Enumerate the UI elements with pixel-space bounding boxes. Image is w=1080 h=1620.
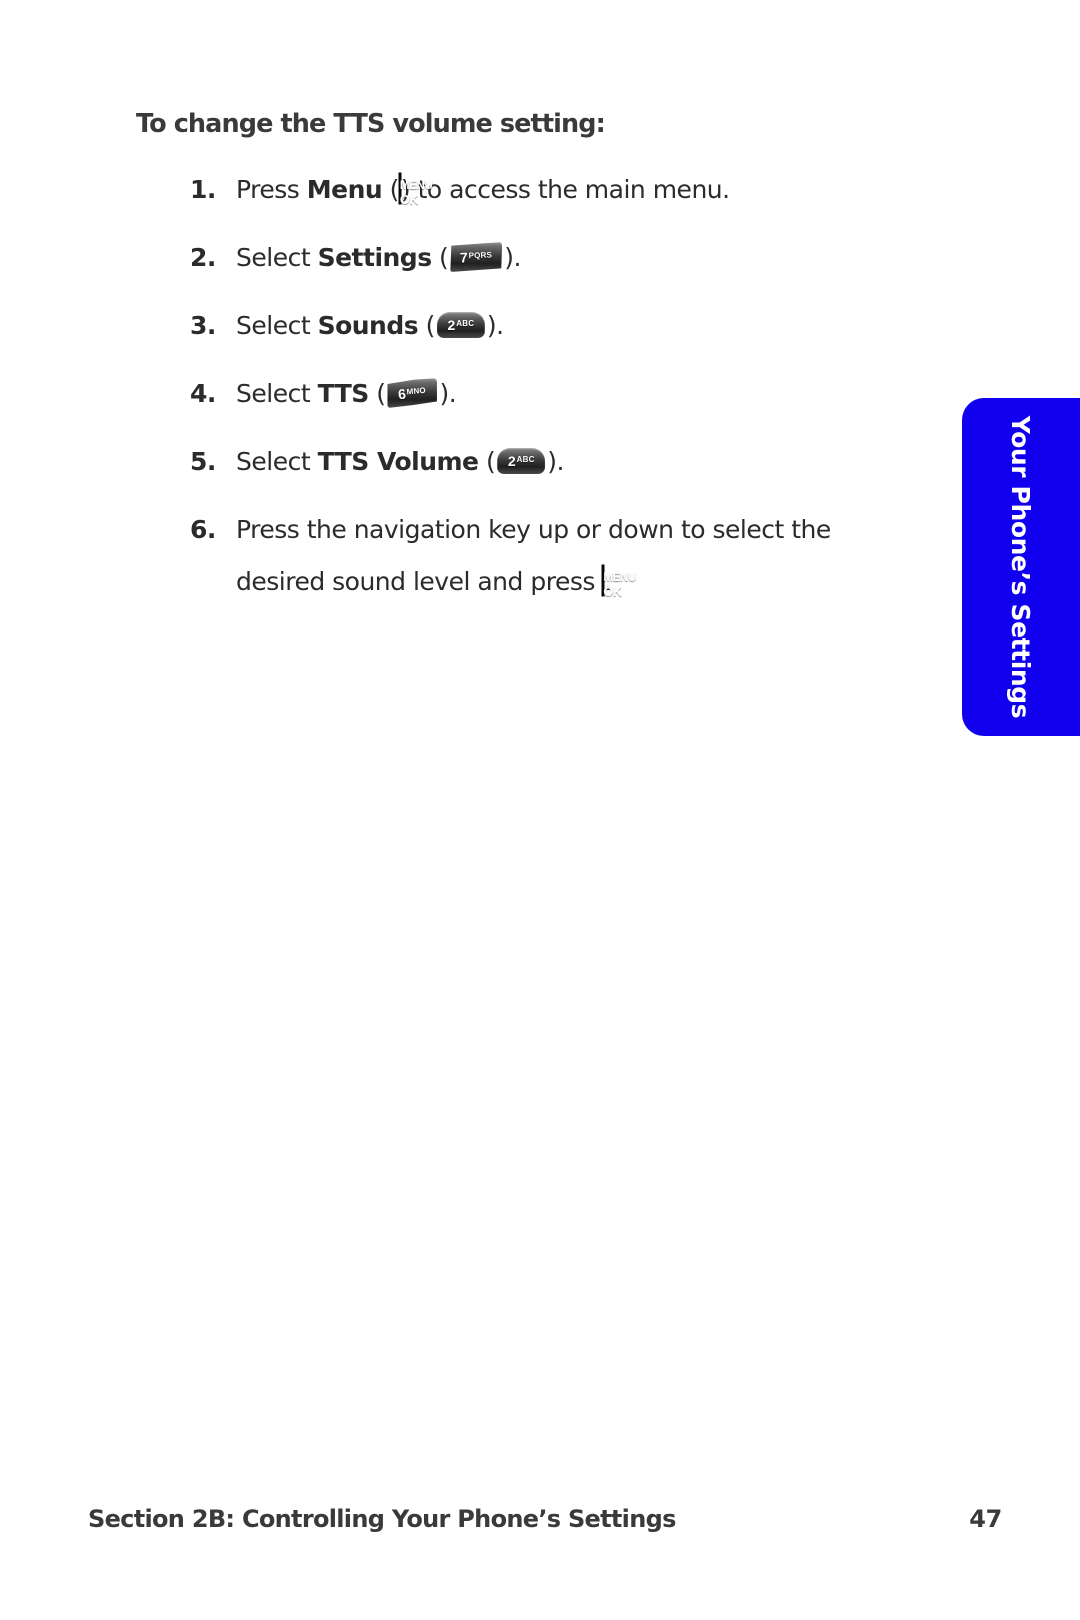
step-text-line: desired sound level and press MENU OK. — [236, 567, 636, 599]
step-text-line: Press Menu (MENU OK) to access the main m… — [236, 175, 730, 207]
step-text: Press Menu (MENU OK) to access the main m… — [236, 164, 960, 216]
plain-text: ( — [418, 311, 436, 340]
emphasis-text: TTS — [317, 379, 370, 408]
step-text: Press the navigation key up or down to s… — [236, 504, 960, 608]
plain-text: ). — [504, 243, 521, 272]
plain-text: ). — [486, 311, 504, 340]
emphasis-text: TTS Volume — [317, 447, 479, 476]
keypad-2-abc-icon: 2 ABC — [495, 448, 547, 476]
step-number: 2. — [190, 243, 216, 272]
plain-text: Press the navigation key up or down to s… — [236, 515, 831, 544]
step-text-line: Select TTS (6 MNO). — [236, 368, 960, 420]
keypad-key-label: 2 ABC — [507, 453, 535, 469]
procedure-step: 3. Select Sounds (2 ABC). — [190, 300, 960, 352]
manual-page: To change the TTS volume setting: 1. Pres… — [0, 0, 1080, 1620]
procedure-step: 5. Select TTS Volume (2 ABC). — [190, 436, 960, 488]
plain-text: ( — [368, 379, 386, 408]
keypad-key-label: 2 ABC — [447, 317, 475, 333]
plain-text: ( — [431, 243, 449, 272]
plain-text: ( — [478, 447, 496, 476]
page-heading: To change the TTS volume setting: — [136, 109, 606, 140]
step-text: Select Settings (7 PQRS). — [236, 232, 960, 284]
step-text-line: Select Settings (7 PQRS). — [236, 232, 960, 284]
step-number: 5. — [190, 447, 216, 476]
procedure-step: 1. Press Menu (MENU OK) to access the main… — [190, 164, 960, 216]
keypad-7-pqrs-icon: 7 PQRS — [448, 242, 504, 274]
step-number: 4. — [190, 379, 216, 408]
plain-text: desired sound level and press — [236, 567, 603, 596]
step-number: 3. — [190, 311, 216, 340]
emphasis-text: Sounds — [317, 311, 419, 340]
step-text-line: Select Sounds (2 ABC). — [236, 300, 960, 352]
step-text: Select Sounds (2 ABC). — [236, 300, 960, 352]
step-text: Select TTS Volume (2 ABC). — [236, 436, 960, 488]
footer-page-number: 47 — [969, 1505, 1002, 1533]
footer-section-title: Section 2B: Controlling Your Phone’s Set… — [88, 1505, 676, 1533]
procedure-step: 6. Press the navigation key up or down to… — [190, 504, 960, 608]
keypad-key-label: 6 MNO — [397, 385, 427, 403]
step-text: Select TTS (6 MNO). — [236, 368, 960, 420]
step-text-line: Press the navigation key up or down to s… — [236, 504, 960, 556]
step-text-line: Select TTS Volume (2 ABC). — [236, 436, 960, 488]
step-number: 1. — [190, 175, 216, 204]
emphasis-text: Menu — [306, 175, 383, 204]
plain-text: Select — [236, 447, 318, 476]
plain-text: Select — [236, 243, 318, 272]
step-number: 6. — [190, 515, 216, 544]
procedure-step: 2. Select Settings (7 PQRS). — [190, 232, 960, 284]
side-thumb-tab-label: Your Phone’s Settings — [1006, 415, 1036, 719]
keypad-key-label: 7 PQRS — [459, 249, 493, 266]
procedure-step-list: 1. Press Menu (MENU OK) to access the main… — [150, 164, 960, 624]
page-footer: Section 2B: Controlling Your Phone’s Set… — [88, 1505, 1002, 1533]
keypad-2-abc-icon: 2 ABC — [435, 312, 487, 340]
plain-text: ). — [547, 447, 564, 476]
plain-text: Select — [236, 311, 318, 340]
plain-text: ) to access the main menu. — [400, 175, 730, 204]
plain-text: ). — [439, 379, 457, 408]
plain-text: Press — [236, 175, 307, 204]
side-thumb-tab: Your Phone’s Settings — [962, 398, 1080, 736]
keypad-6-mno-icon: 6 MNO — [385, 378, 439, 410]
plain-text: ( — [382, 175, 400, 204]
plain-text: Select — [236, 379, 318, 408]
emphasis-text: Settings — [317, 243, 433, 272]
procedure-step: 4. Select TTS (6 MNO). — [190, 368, 960, 420]
